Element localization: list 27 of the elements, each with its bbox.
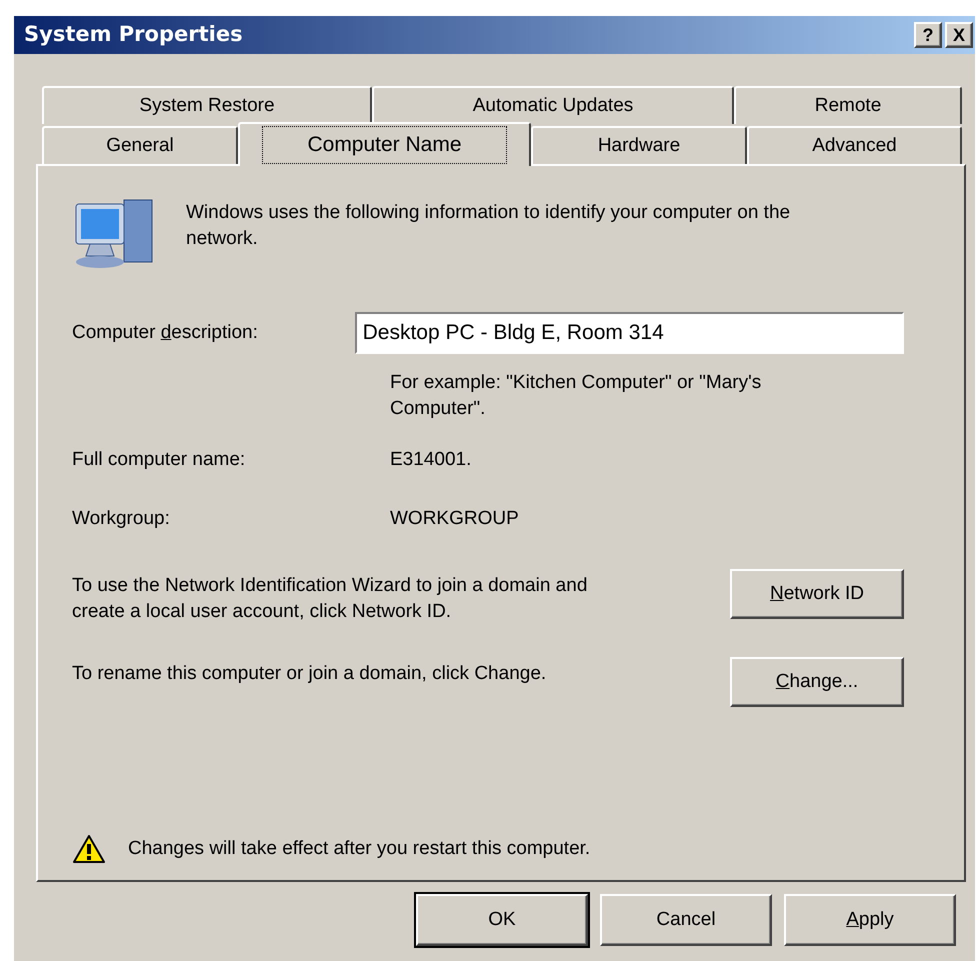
info-label: Full computer name:	[72, 448, 246, 472]
info-value: E314001.	[390, 448, 472, 472]
instruction-text: To use the Network Identification Wizard to join a domain and create a local user account, click Network ID.	[72, 574, 588, 624]
window-title: System Properties	[24, 21, 243, 48]
description-field[interactable]: Desktop PC - Bldg E, Room 314	[354, 312, 904, 354]
change-button[interactable]: Change...	[730, 657, 904, 707]
tab[interactable]: Automatic Updates	[372, 86, 734, 124]
tab[interactable]: Computer Name	[238, 122, 531, 166]
instruction-text: To rename this computer or join a domain, click Change.	[72, 662, 548, 686]
warning-icon	[72, 834, 106, 864]
warning-text: Changes will take effect after you restart this computer.	[128, 836, 590, 861]
dialog-button[interactable]: Apply	[784, 894, 956, 946]
info-value: WORKGROUP	[390, 506, 519, 530]
description-label: Computer description:	[72, 320, 259, 345]
tab[interactable]: Advanced	[747, 126, 962, 164]
example-hint: For example: "Kitchen Computer" or "Mary's Computer".	[390, 371, 762, 421]
close-button[interactable]: X	[945, 22, 973, 48]
intro-text: Windows uses the following information to identify your computer on the network.	[186, 201, 792, 251]
dialog-button[interactable]: OK	[416, 894, 588, 946]
tab[interactable]: Hardware	[531, 126, 747, 164]
info-label: Workgroup:	[72, 506, 171, 530]
dialog-button[interactable]: Cancel	[600, 894, 772, 946]
tab[interactable]: General	[42, 126, 238, 164]
network-id-button[interactable]: Network ID	[730, 569, 904, 619]
tab[interactable]: System Restore	[42, 86, 372, 124]
help-button[interactable]: ?	[914, 22, 942, 48]
tab[interactable]: Remote	[734, 86, 962, 124]
